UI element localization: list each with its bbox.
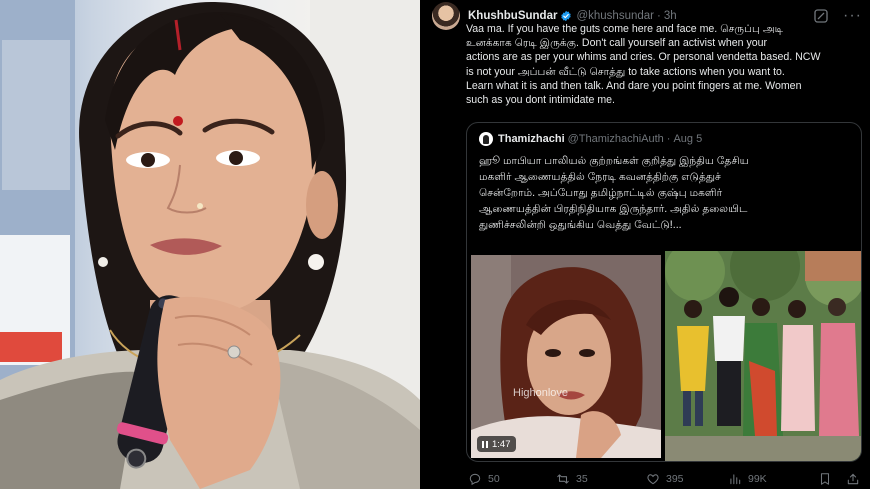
quoted-author-handle[interactable]: @ThamizhachiAuth [568, 133, 664, 145]
video-watermark: Highonlove [513, 387, 569, 399]
views-icon [730, 474, 741, 485]
retweet-count: 35 [576, 473, 588, 485]
author-handle[interactable]: @khushsundar [576, 10, 654, 22]
views-button[interactable]: 99K [728, 472, 767, 486]
group-photo[interactable] [665, 251, 861, 461]
quoted-tweet-header: Thamizhachi @ThamizhachiAuth · Aug 5 [479, 132, 702, 146]
quoted-tweet-date[interactable]: Aug 5 [673, 133, 702, 145]
quoted-tweet-text: ஹூ மாபியா பாலியல் குற்றங்கள் குறித்து இந… [479, 155, 749, 231]
share-icon [847, 473, 859, 485]
quoted-media: Highonlove 1:47 [467, 251, 861, 461]
author-avatar[interactable] [432, 2, 460, 30]
video-frame-illustration [471, 255, 661, 458]
tweet-timestamp[interactable]: 3h [664, 10, 677, 22]
verified-badge-icon [561, 10, 572, 22]
quoted-tweet[interactable]: Thamizhachi @ThamizhachiAuth · Aug 5 ஹூ … [466, 122, 862, 462]
tweet-action-bar: 50 35 395 99K [466, 470, 862, 488]
quoted-author-avatar[interactable] [479, 132, 493, 146]
views-count: 99K [748, 473, 767, 485]
like-icon [647, 474, 659, 485]
like-count: 395 [666, 473, 684, 485]
bookmark-icon [820, 473, 830, 485]
separator-dot: · [656, 10, 661, 22]
reply-button[interactable]: 50 [468, 472, 500, 486]
video-duration-badge[interactable]: 1:47 [477, 436, 516, 452]
like-button[interactable]: 395 [646, 472, 684, 486]
photo-illustration [0, 0, 420, 489]
author-name[interactable]: KhushbuSundar [468, 10, 557, 22]
quoted-author-name[interactable]: Thamizhachi [498, 133, 565, 145]
retweet-icon [557, 474, 569, 484]
share-button[interactable] [846, 472, 860, 486]
tweet-card: KhushbuSundar @khushsundar · 3h ··· Vaa … [420, 0, 870, 489]
more-icon[interactable]: ··· [843, 8, 862, 24]
woman-with-microphone-photo [0, 0, 420, 489]
group-photo-illustration [665, 251, 861, 461]
tweet-text: Vaa ma. If you have the guts come here a… [466, 23, 821, 107]
bookmark-button[interactable] [818, 472, 832, 486]
reply-count: 50 [488, 473, 500, 485]
pause-icon[interactable] [482, 440, 488, 448]
retweet-button[interactable]: 35 [556, 472, 588, 486]
video-duration: 1:47 [492, 438, 511, 450]
quoted-separator-dot: · [666, 133, 671, 145]
video-thumbnail[interactable]: Highonlove 1:47 [471, 255, 661, 458]
reply-icon [469, 473, 481, 486]
